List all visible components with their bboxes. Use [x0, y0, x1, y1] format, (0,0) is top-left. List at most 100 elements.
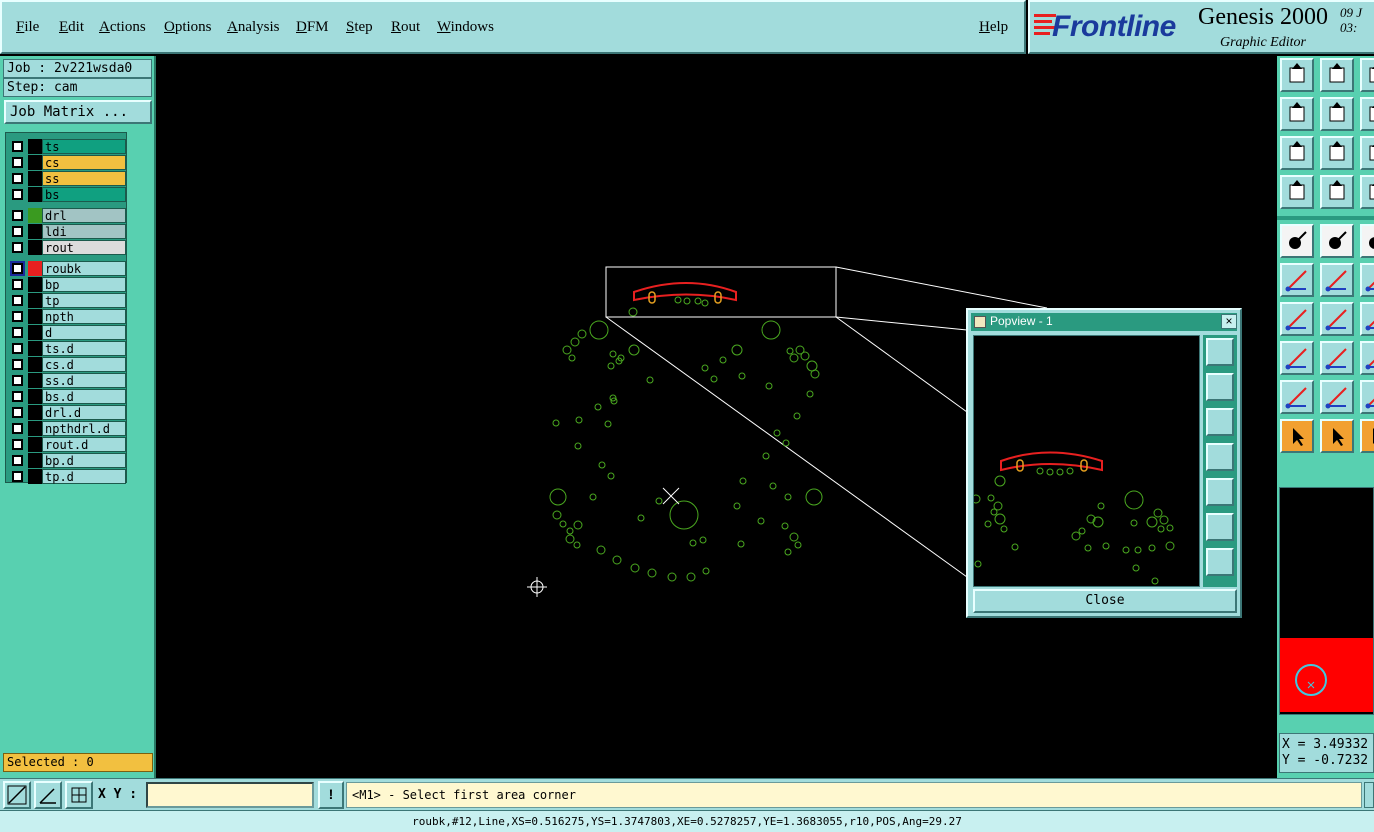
layer-checkbox[interactable]	[12, 327, 23, 338]
pan-left-icon[interactable]	[1280, 97, 1314, 131]
pointer-icon[interactable]	[1280, 419, 1314, 453]
zoom-center-icon[interactable]	[1320, 136, 1354, 170]
layer-row-cs[interactable]: cs	[8, 155, 126, 170]
layer-name[interactable]: cs	[42, 155, 126, 170]
menu-actions[interactable]: Actions	[99, 19, 146, 36]
overview-map[interactable]	[1279, 487, 1374, 715]
layer-name[interactable]: npthdrl.d	[42, 421, 126, 436]
cut-icon[interactable]	[1320, 224, 1354, 258]
layer-checkbox[interactable]	[12, 311, 23, 322]
feature-icon[interactable]	[1360, 341, 1374, 375]
layer-name[interactable]: npth	[42, 309, 126, 324]
layer-row-ts[interactable]: ts	[8, 139, 126, 154]
layer-row-tp[interactable]: tp	[8, 293, 126, 308]
menu-dfm[interactable]: DFM	[296, 19, 329, 36]
area-icon[interactable]	[1360, 419, 1374, 453]
zoom-center-icon[interactable]	[1206, 548, 1234, 576]
layer-checkbox[interactable]	[12, 407, 23, 418]
menu-edit[interactable]: Edit	[59, 19, 84, 36]
pan-down-icon[interactable]	[1206, 408, 1234, 436]
layer-name[interactable]: ss.d	[42, 373, 126, 388]
layer-checkbox[interactable]	[12, 359, 23, 370]
layer-checkbox[interactable]	[12, 141, 23, 152]
zoom-fit-icon[interactable]	[1206, 513, 1234, 541]
layer-name[interactable]: tp	[42, 293, 126, 308]
layer-row-bs[interactable]: bs	[8, 187, 126, 202]
layer-name[interactable]: rout.d	[42, 437, 126, 452]
layer-row-cs-d[interactable]: cs.d	[8, 357, 126, 372]
menu-windows[interactable]: Windows	[437, 19, 494, 36]
pan-left-icon[interactable]	[1206, 443, 1234, 471]
menu-rout[interactable]: Rout	[391, 19, 420, 36]
xy-input[interactable]	[146, 782, 314, 808]
layer-checkbox[interactable]	[12, 471, 23, 482]
layer-row-roubk[interactable]: roubk	[8, 261, 126, 276]
edit-icon[interactable]	[1360, 302, 1374, 336]
layer-name[interactable]: cs.d	[42, 357, 126, 372]
layer-checkbox[interactable]	[12, 242, 23, 253]
measure-icon[interactable]	[1280, 175, 1314, 209]
layer-name[interactable]: bp	[42, 277, 126, 292]
layer-row-drl-d[interactable]: drl.d	[8, 405, 126, 420]
layer-row-npthdrl-d[interactable]: npthdrl.d	[8, 421, 126, 436]
angle-icon[interactable]	[1320, 380, 1354, 414]
layer-row-ss-d[interactable]: ss.d	[8, 373, 126, 388]
layer-row-bp-d[interactable]: bp.d	[8, 453, 126, 468]
layer-checkbox[interactable]	[12, 391, 23, 402]
ruler-icon[interactable]	[1360, 224, 1374, 258]
layer-row-ts-d[interactable]: ts.d	[8, 341, 126, 356]
layer-row-rout[interactable]: rout	[8, 240, 126, 255]
menu-file[interactable]: File	[16, 19, 39, 36]
layer-name[interactable]: tp.d	[42, 469, 126, 484]
snap-line-icon[interactable]	[3, 781, 31, 809]
layer-checkbox[interactable]	[12, 455, 23, 466]
layer-checkbox[interactable]	[12, 295, 23, 306]
close-button[interactable]: Close	[973, 589, 1237, 613]
popview-view[interactable]	[973, 335, 1200, 587]
layer-checkbox[interactable]	[12, 439, 23, 450]
pan-right-icon[interactable]	[1206, 478, 1234, 506]
popview-titlebar[interactable]: Popview - 1 ×	[971, 313, 1237, 331]
zoom-up-icon[interactable]	[1360, 58, 1374, 92]
layer-checkbox[interactable]	[12, 343, 23, 354]
layer-checkbox[interactable]	[10, 261, 25, 276]
layer-row-ldi[interactable]: ldi	[8, 224, 126, 239]
connect-icon[interactable]	[1280, 263, 1314, 297]
menu-step[interactable]: Step	[346, 19, 373, 36]
layer-name[interactable]: ss	[42, 171, 126, 186]
layer-checkbox[interactable]	[12, 375, 23, 386]
layer-name[interactable]: ts	[42, 139, 126, 154]
layer-checkbox[interactable]	[12, 157, 23, 168]
layer-row-d[interactable]: d	[8, 325, 126, 340]
pad-icon[interactable]	[1280, 341, 1314, 375]
pan-next-icon[interactable]	[1360, 97, 1374, 131]
snap-angle-icon[interactable]	[34, 781, 62, 809]
layer-name[interactable]: drl.d	[42, 405, 126, 420]
layer-checkbox[interactable]	[12, 226, 23, 237]
layer-checkbox[interactable]	[12, 210, 23, 221]
layer-name[interactable]: roubk	[42, 261, 126, 276]
layer-row-bs-d[interactable]: bs.d	[8, 389, 126, 404]
zoom-home-icon[interactable]	[1280, 58, 1314, 92]
layer-name[interactable]: drl	[42, 208, 126, 223]
layer-row-drl[interactable]: drl	[8, 208, 126, 223]
layer-checkbox[interactable]	[12, 173, 23, 184]
layer-row-tp-d[interactable]: tp.d	[8, 469, 126, 484]
select-box-icon[interactable]	[1320, 419, 1354, 453]
grid-snap-icon[interactable]	[65, 781, 93, 809]
menu-options[interactable]: Options	[164, 19, 212, 36]
close-icon[interactable]: ×	[1221, 314, 1237, 329]
message-scroll[interactable]	[1364, 782, 1374, 808]
popview-zoom-icon[interactable]	[1206, 338, 1234, 366]
menu-analysis[interactable]: Analysis	[227, 19, 280, 36]
layer-checkbox[interactable]	[12, 189, 23, 200]
shape-icon[interactable]	[1360, 380, 1374, 414]
node-icon[interactable]	[1360, 263, 1374, 297]
zoom-in-icon[interactable]	[1360, 136, 1374, 170]
zoom-fit-icon[interactable]	[1280, 136, 1314, 170]
layer-name[interactable]: bs.d	[42, 389, 126, 404]
triangle-icon[interactable]	[1280, 380, 1314, 414]
layer-checkbox[interactable]	[12, 279, 23, 290]
exclaim-button[interactable]: !	[318, 781, 344, 809]
window-menu-icon[interactable]	[974, 316, 986, 328]
